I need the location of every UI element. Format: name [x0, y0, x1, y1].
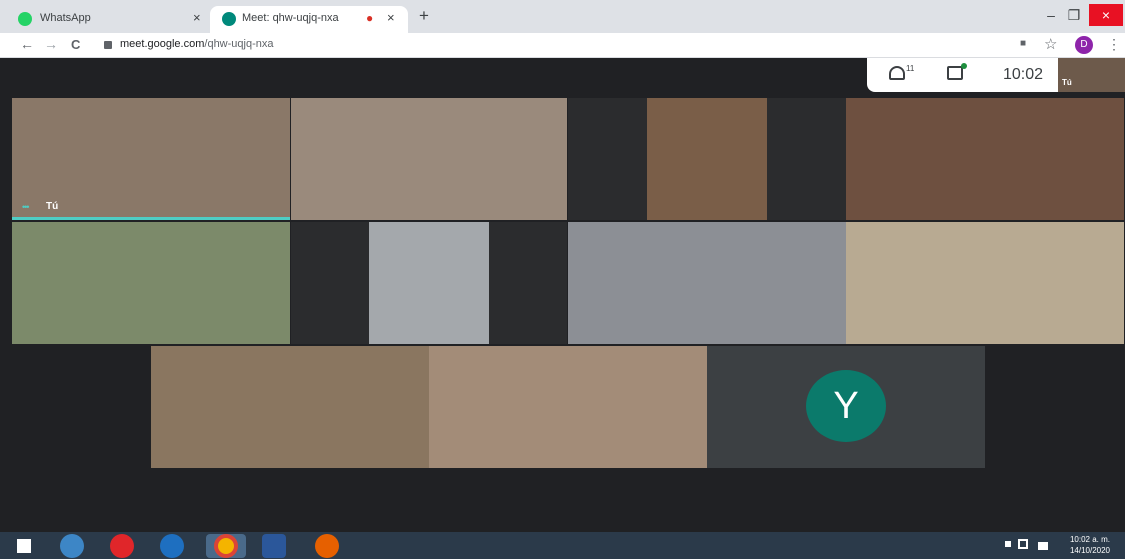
- word-icon[interactable]: [262, 534, 286, 558]
- whatsapp-icon: [18, 12, 32, 26]
- meet-stage: 11 10:02 Tú ••• Tú Y: [0, 58, 1125, 532]
- reload-button[interactable]: C: [71, 37, 80, 52]
- self-preview-label: Tú: [1062, 78, 1072, 87]
- video-tile-self[interactable]: ••• Tú: [12, 98, 290, 220]
- recording-icon: ●: [366, 11, 374, 25]
- tab-close-button[interactable]: ×: [387, 10, 395, 25]
- network-icon[interactable]: [1038, 542, 1048, 550]
- math-app-icon[interactable]: [60, 534, 84, 558]
- tab-whatsapp[interactable]: WhatsApp ×: [8, 6, 213, 33]
- tray-overflow-icon[interactable]: [1005, 541, 1011, 547]
- lock-icon: [104, 41, 112, 49]
- close-window-button[interactable]: ×: [1089, 4, 1123, 26]
- video-tile-participant[interactable]: [151, 346, 429, 468]
- speaking-indicator: •••: [22, 202, 30, 212]
- video-tile-participant[interactable]: [429, 346, 707, 468]
- meet-icon: [222, 12, 236, 26]
- video-tile-padding: [767, 98, 846, 220]
- windows-taskbar: [0, 532, 1125, 559]
- windows-start-icon[interactable]: [17, 539, 31, 553]
- video-tile-participant[interactable]: [647, 98, 767, 220]
- browser-toolbar: ← → C meet.google.com/qhw-uqjq-nxa ■ ☆ D…: [0, 33, 1125, 58]
- video-tile-padding: [489, 222, 567, 344]
- chat-notification-dot: [961, 63, 967, 69]
- chrome-icon: [214, 534, 238, 558]
- tab-title: Meet: qhw-uqjq-nxa: [242, 12, 339, 24]
- address-bar[interactable]: meet.google.com/qhw-uqjq-nxa: [120, 38, 273, 50]
- url-path: /qhw-uqjq-nxa: [204, 38, 274, 50]
- back-button[interactable]: ←: [20, 36, 34, 52]
- video-tile-participant[interactable]: [12, 222, 290, 344]
- participant-count: 11: [906, 64, 915, 73]
- restore-button[interactable]: ❐: [1063, 4, 1085, 26]
- video-tile-participant[interactable]: [291, 98, 567, 220]
- video-tile-participant[interactable]: [846, 222, 1124, 344]
- tab-title: WhatsApp: [40, 12, 91, 24]
- video-tile-participant[interactable]: [369, 222, 489, 344]
- url-host: meet.google.com: [120, 38, 205, 50]
- video-tile-participant[interactable]: [568, 222, 846, 344]
- video-tile-padding: [291, 222, 369, 344]
- meeting-clock: 10:02: [1003, 66, 1044, 83]
- browser-tab-strip: WhatsApp × Meet: qhw-uqjq-nxa ● × + – ❐ …: [0, 0, 1125, 33]
- tab-meet[interactable]: Meet: qhw-uqjq-nxa ● ×: [210, 6, 408, 33]
- tab-close-button[interactable]: ×: [193, 10, 201, 25]
- people-icon[interactable]: [889, 66, 905, 80]
- video-tile-avatar[interactable]: Y: [707, 346, 985, 468]
- chat-icon[interactable]: [947, 66, 963, 80]
- minimize-button[interactable]: –: [1040, 4, 1062, 26]
- firefox-icon[interactable]: [315, 534, 339, 558]
- profile-avatar[interactable]: D: [1075, 36, 1093, 54]
- tray-clock[interactable]: 10:02 a. m. 14/10/2020: [1060, 534, 1120, 556]
- tray-device-icon[interactable]: [1018, 539, 1028, 549]
- tray-time: 10:02 a. m.: [1069, 535, 1111, 544]
- new-tab-button[interactable]: +: [419, 6, 429, 26]
- bookmark-star-icon[interactable]: ☆: [1044, 35, 1057, 53]
- opera-icon[interactable]: [110, 534, 134, 558]
- forward-button[interactable]: →: [44, 36, 58, 52]
- tray-date: 14/10/2020: [1069, 546, 1111, 555]
- video-tile-participant[interactable]: [846, 98, 1124, 220]
- camera-indicator-icon[interactable]: ■: [1020, 38, 1026, 49]
- self-preview[interactable]: Tú: [1058, 58, 1125, 92]
- self-tile-label: Tú: [46, 201, 59, 212]
- chrome-taskbar-button[interactable]: [206, 534, 246, 558]
- browser-menu-button[interactable]: ⋮: [1107, 36, 1121, 53]
- internet-explorer-icon[interactable]: [160, 534, 184, 558]
- participant-avatar: Y: [806, 370, 886, 442]
- video-tile-padding: [568, 98, 647, 220]
